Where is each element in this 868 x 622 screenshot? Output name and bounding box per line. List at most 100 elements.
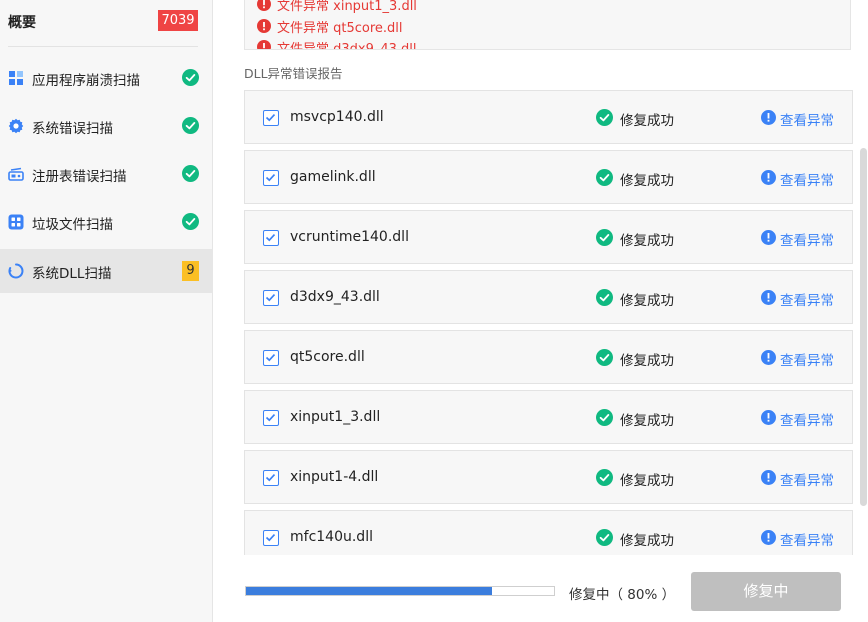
table-row: qt5core.dll 修复成功 查看异常 — [244, 330, 853, 384]
row-checkbox[interactable] — [263, 530, 279, 546]
info-icon[interactable] — [761, 230, 776, 245]
info-icon[interactable] — [761, 110, 776, 125]
repair-status: 修复成功 — [620, 353, 674, 369]
sidebar-item-junk-file-scan[interactable]: 垃圾文件扫描 — [0, 200, 213, 244]
row-checkbox[interactable] — [263, 170, 279, 186]
refresh-icon — [8, 263, 24, 279]
sidebar-item-registry-scan[interactable]: 注册表错误扫描 — [0, 152, 213, 196]
repair-status: 修复成功 — [620, 473, 674, 489]
sidebar: 概要 7039 应用程序崩溃扫描 系统错误扫描 注册表错误扫描 垃圾文件扫描 系… — [0, 0, 213, 622]
check-circle-icon — [596, 289, 613, 306]
check-circle-icon — [596, 529, 613, 546]
row-checkbox[interactable] — [263, 110, 279, 126]
dll-count-badge: 9 — [182, 261, 199, 281]
check-circle-icon — [182, 69, 199, 86]
trash-apps-icon — [8, 214, 24, 230]
sidebar-item-system-dll-scan[interactable]: 系统DLL扫描 9 — [0, 249, 213, 293]
info-icon[interactable] — [761, 470, 776, 485]
check-icon — [265, 354, 276, 362]
view-exception-link[interactable]: 查看异常 — [780, 109, 834, 129]
progress-label: 修复中（ 80% ） — [569, 587, 676, 603]
row-checkbox[interactable] — [263, 350, 279, 366]
sidebar-item-label: 注册表错误扫描 — [32, 169, 127, 185]
check-icon — [265, 114, 276, 122]
repair-status: 修复成功 — [620, 293, 674, 309]
check-circle-icon — [596, 469, 613, 486]
overview-count-badge: 7039 — [158, 10, 198, 31]
info-icon[interactable] — [761, 170, 776, 185]
log-text: 文件异常 xinput1_3.dll — [277, 0, 417, 14]
sidebar-divider — [8, 46, 198, 47]
check-circle-icon — [182, 213, 199, 230]
row-checkbox[interactable] — [263, 230, 279, 246]
table-row: gamelink.dll 修复成功 查看异常 — [244, 150, 853, 204]
repair-status: 修复成功 — [620, 233, 674, 249]
check-circle-icon — [596, 409, 613, 426]
check-circle-icon — [596, 229, 613, 246]
sidebar-item-label: 系统错误扫描 — [32, 121, 113, 137]
app-window: 概要 7039 应用程序崩溃扫描 系统错误扫描 注册表错误扫描 垃圾文件扫描 系… — [0, 0, 868, 622]
repair-status: 修复成功 — [620, 173, 674, 189]
progress-fill — [246, 587, 493, 595]
dll-name: qt5core.dll — [290, 349, 365, 365]
dll-name: d3dx9_43.dll — [290, 289, 380, 305]
dll-name: xinput1_3.dll — [290, 409, 381, 425]
check-circle-icon — [182, 165, 199, 182]
view-exception-link[interactable]: 查看异常 — [780, 349, 834, 369]
repair-status: 修复成功 — [620, 533, 674, 549]
view-exception-link[interactable]: 查看异常 — [780, 229, 834, 249]
sidebar-item-label: 应用程序崩溃扫描 — [32, 73, 140, 89]
grid-icon — [9, 71, 23, 85]
table-row: d3dx9_43.dll 修复成功 查看异常 — [244, 270, 853, 324]
check-icon — [265, 174, 276, 182]
check-circle-icon — [596, 349, 613, 366]
report-title: DLL异常错误报告 — [244, 66, 343, 81]
log-text: 文件异常 qt5core.dll — [277, 21, 403, 36]
check-circle-icon — [182, 117, 199, 134]
info-icon[interactable] — [761, 530, 776, 545]
dll-name: xinput1-4.dll — [290, 469, 379, 485]
log-text: 文件异常 d3dx9_43.dll — [277, 42, 417, 50]
table-row: mfc140u.dll 修复成功 查看异常 — [244, 510, 853, 555]
view-exception-link[interactable]: 查看异常 — [780, 529, 834, 549]
row-checkbox[interactable] — [263, 290, 279, 306]
repair-button[interactable]: 修复中 — [691, 572, 841, 611]
view-exception-link[interactable]: 查看异常 — [780, 289, 834, 309]
check-circle-icon — [596, 169, 613, 186]
info-icon[interactable] — [761, 290, 776, 305]
view-exception-link[interactable]: 查看异常 — [780, 469, 834, 489]
row-checkbox[interactable] — [263, 470, 279, 486]
dll-report-list: msvcp140.dll 修复成功 查看异常 gamelink.dll 修复成功… — [244, 90, 853, 555]
check-icon — [265, 534, 276, 542]
dll-name: vcruntime140.dll — [290, 229, 409, 245]
repair-progress-bar — [245, 586, 555, 596]
table-row: xinput1_3.dll 修复成功 查看异常 — [244, 390, 853, 444]
overview-header[interactable]: 概要 7039 — [0, 0, 213, 46]
error-icon — [257, 19, 271, 33]
repair-status: 修复成功 — [620, 413, 674, 429]
info-icon[interactable] — [761, 410, 776, 425]
dll-name: msvcp140.dll — [290, 109, 384, 125]
dll-name: mfc140u.dll — [290, 529, 373, 545]
view-exception-link[interactable]: 查看异常 — [780, 409, 834, 429]
overview-title: 概要 — [8, 15, 36, 31]
check-icon — [265, 234, 276, 242]
sidebar-item-app-crash-scan[interactable]: 应用程序崩溃扫描 — [0, 56, 213, 100]
table-row: msvcp140.dll 修复成功 查看异常 — [244, 90, 853, 144]
sidebar-item-label: 系统DLL扫描 — [32, 266, 112, 282]
registry-icon — [8, 167, 24, 181]
scan-log: 文件异常 xinput1_3.dll 文件异常 qt5core.dll 文件异常… — [244, 0, 851, 50]
repair-status: 修复成功 — [620, 113, 674, 129]
check-icon — [265, 414, 276, 422]
view-exception-link[interactable]: 查看异常 — [780, 169, 834, 189]
error-icon — [257, 40, 271, 49]
table-row: xinput1-4.dll 修复成功 查看异常 — [244, 450, 853, 504]
gear-icon — [8, 118, 24, 134]
check-circle-icon — [596, 109, 613, 126]
list-scrollbar[interactable] — [860, 148, 867, 506]
info-icon[interactable] — [761, 350, 776, 365]
check-icon — [265, 474, 276, 482]
row-checkbox[interactable] — [263, 410, 279, 426]
table-row: vcruntime140.dll 修复成功 查看异常 — [244, 210, 853, 264]
sidebar-item-system-error-scan[interactable]: 系统错误扫描 — [0, 104, 213, 148]
